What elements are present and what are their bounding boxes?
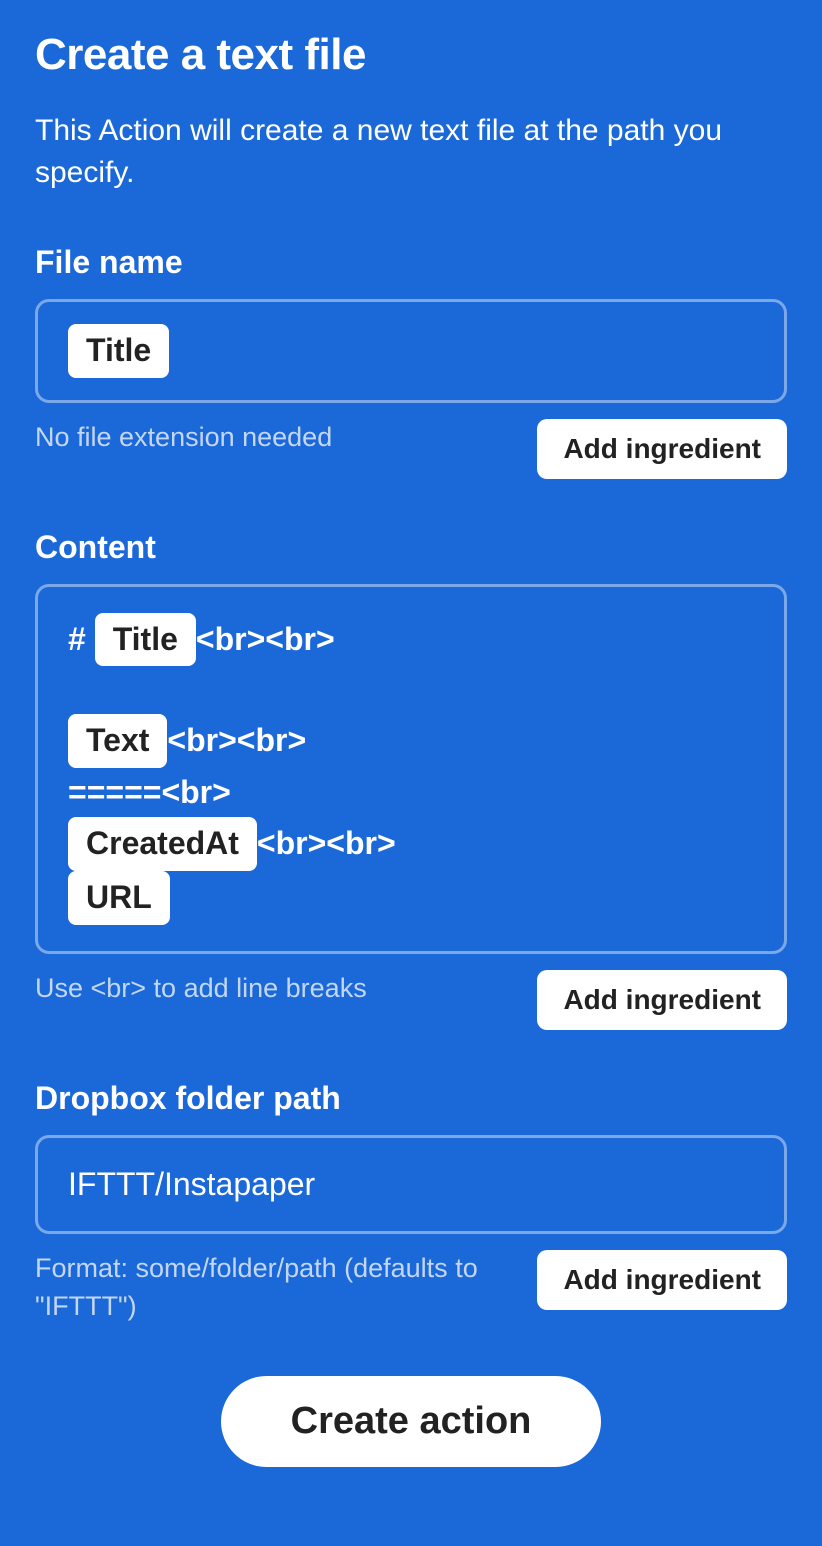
- content-text: <br><br>: [257, 825, 396, 861]
- content-text: =====<br>: [68, 774, 231, 810]
- folder-input[interactable]: IFTTT/Instapaper: [35, 1135, 787, 1235]
- content-text: <br><br>: [167, 722, 306, 758]
- ingredient-chip-title[interactable]: Title: [95, 613, 196, 667]
- ingredient-chip-text[interactable]: Text: [68, 714, 167, 768]
- ingredient-chip-title[interactable]: Title: [68, 324, 169, 378]
- add-ingredient-button-filename[interactable]: Add ingredient: [537, 419, 787, 479]
- folder-field-group: Dropbox folder path IFTTT/Instapaper For…: [35, 1080, 787, 1326]
- content-field-group: Content # Title<br><br> Text<br><br> ===…: [35, 529, 787, 1030]
- content-input[interactable]: # Title<br><br> Text<br><br> =====<br> C…: [35, 584, 787, 954]
- folder-label: Dropbox folder path: [35, 1080, 787, 1117]
- add-ingredient-button-folder[interactable]: Add ingredient: [537, 1250, 787, 1310]
- create-action-button[interactable]: Create action: [221, 1376, 602, 1467]
- content-text: #: [68, 621, 95, 657]
- page-title: Create a text file: [35, 30, 787, 80]
- filename-field-group: File name Title No file extension needed…: [35, 244, 787, 479]
- page-description: This Action will create a new text file …: [35, 110, 787, 194]
- add-ingredient-button-content[interactable]: Add ingredient: [537, 970, 787, 1030]
- filename-label: File name: [35, 244, 787, 281]
- folder-hint: Format: some/folder/path (defaults to "I…: [35, 1250, 517, 1326]
- folder-value: IFTTT/Instapaper: [68, 1160, 315, 1210]
- ingredient-chip-createdat[interactable]: CreatedAt: [68, 817, 257, 871]
- content-hint: Use <br> to add line breaks: [35, 970, 517, 1008]
- ingredient-chip-url[interactable]: URL: [68, 871, 170, 925]
- content-label: Content: [35, 529, 787, 566]
- filename-input[interactable]: Title: [35, 299, 787, 403]
- content-text: <br><br>: [196, 621, 335, 657]
- filename-hint: No file extension needed: [35, 419, 517, 457]
